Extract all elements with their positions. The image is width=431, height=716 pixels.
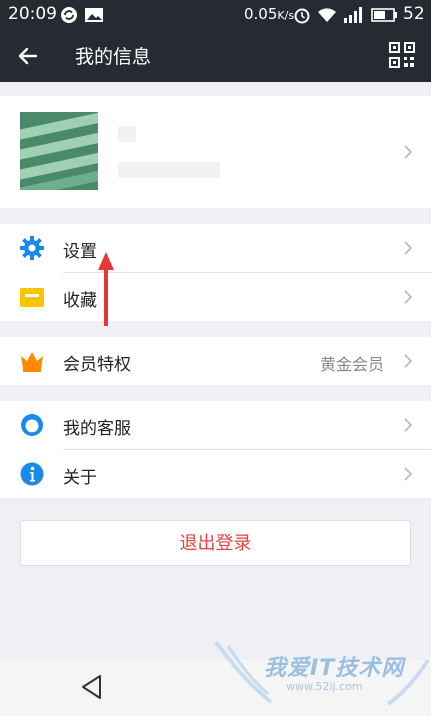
back-arrow-icon[interactable] bbox=[14, 42, 42, 70]
username-redacted bbox=[118, 126, 136, 142]
image-icon bbox=[85, 8, 103, 22]
crown-icon bbox=[21, 352, 43, 372]
folder-icon bbox=[20, 288, 44, 307]
menu-item-vip[interactable]: 会员特权 黄金会员 bbox=[0, 337, 431, 385]
chevron-right-icon bbox=[404, 418, 413, 432]
watermark: 我爱IT技术网 www.52ij.com bbox=[214, 640, 431, 716]
watermark-text: 我爱IT技术网 bbox=[264, 656, 405, 681]
app-bar: 我的信息 bbox=[0, 30, 431, 82]
menu-item-about[interactable]: 关于 bbox=[0, 450, 431, 498]
gear-icon bbox=[20, 236, 44, 260]
menu-group-2: 会员特权 黄金会员 bbox=[0, 337, 431, 385]
menu-item-service[interactable]: 我的客服 bbox=[0, 401, 431, 449]
service-label: 我的客服 bbox=[63, 419, 131, 439]
account-id-redacted bbox=[118, 162, 220, 178]
avatar bbox=[20, 112, 98, 190]
chevron-right-icon bbox=[404, 290, 413, 304]
battery-level: 52 bbox=[403, 4, 425, 24]
chevron-right-icon bbox=[404, 467, 413, 481]
annotation-arrow bbox=[98, 252, 114, 326]
logout-button[interactable]: 退出登录 bbox=[20, 520, 411, 566]
page-title: 我的信息 bbox=[75, 46, 152, 68]
vip-level: 黄金会员 bbox=[319, 355, 384, 374]
watermark-url: www.52ij.com bbox=[286, 680, 363, 693]
vip-label: 会员特权 bbox=[63, 355, 131, 375]
status-bar: 20:09 0.05K/s 52 bbox=[0, 0, 431, 30]
network-speed: 0.05K/s bbox=[244, 5, 295, 23]
info-icon bbox=[20, 462, 44, 486]
menu-item-favorites[interactable]: 收藏 bbox=[0, 273, 431, 321]
chevron-right-icon bbox=[404, 145, 413, 159]
headset-icon bbox=[21, 414, 43, 436]
nav-back-icon[interactable] bbox=[80, 674, 104, 700]
qr-code-icon[interactable] bbox=[389, 42, 415, 68]
favorites-label: 收藏 bbox=[63, 291, 97, 311]
profile-card[interactable] bbox=[0, 96, 431, 208]
menu-group-3: 我的客服 关于 bbox=[0, 401, 431, 498]
signal-icon bbox=[344, 7, 362, 23]
about-label: 关于 bbox=[63, 468, 97, 488]
alarm-icon bbox=[294, 8, 310, 24]
settings-label: 设置 bbox=[63, 242, 97, 262]
menu-group-1: 设置 收藏 bbox=[0, 224, 431, 321]
chevron-right-icon bbox=[404, 241, 413, 255]
status-time: 20:09 bbox=[8, 4, 57, 24]
menu-item-settings[interactable]: 设置 bbox=[0, 224, 431, 272]
chevron-right-icon bbox=[404, 354, 413, 368]
battery-icon bbox=[371, 8, 397, 22]
wifi-icon bbox=[318, 8, 336, 22]
sync-icon bbox=[61, 7, 77, 23]
